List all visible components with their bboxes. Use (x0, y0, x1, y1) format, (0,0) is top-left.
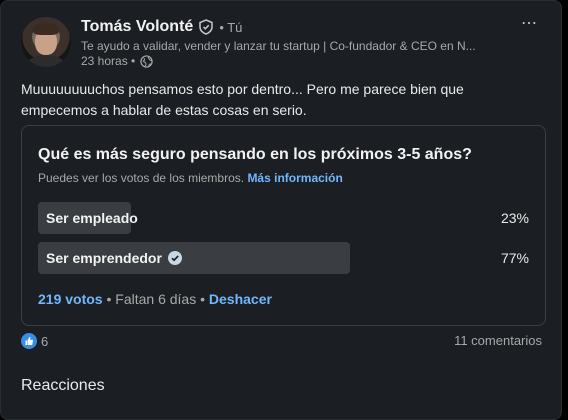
avatar-body (27, 55, 65, 67)
like-reaction-icon (21, 333, 37, 349)
poll-info-text: Puedes ver los votos de los miembros. (38, 171, 245, 185)
post-time-row: 23 horas • (81, 54, 153, 68)
selected-check-icon (167, 251, 182, 265)
more-options-icon[interactable]: ⋯ (521, 13, 538, 33)
poll-box: Qué es más seguro pensando en los próxim… (21, 125, 546, 326)
connection-degree: • Tú (219, 19, 243, 35)
post-text: Muuuuuuuuchos pensamos esto por dentro..… (21, 79, 521, 121)
poll-question: Qué es más seguro pensando en los próxim… (38, 146, 472, 163)
poll-option-percent: 23% (500, 210, 529, 226)
post-text-line: empecemos a hablar de estas cosas en ser… (21, 102, 307, 118)
post-text-line: Muuuuuuuuchos pensamos esto por dentro..… (21, 81, 464, 97)
votes-link[interactable]: 219 votos (38, 291, 103, 307)
poll-option-employee[interactable]: Ser empleado 23% (38, 202, 529, 234)
author-avatar[interactable] (21, 17, 71, 67)
undo-vote-link[interactable]: Deshacer (209, 291, 272, 307)
poll-option-text: Ser emprendedor (46, 250, 162, 266)
poll-option-text: Ser empleado (46, 210, 138, 226)
globe-icon (140, 54, 153, 68)
author-name-row: Tomás Volonté • Tú (81, 18, 242, 36)
author-headline: Te ayudo a validar, vender y lanzar tu s… (81, 39, 476, 53)
poll-option-label: Ser empleado (46, 210, 138, 226)
poll-option-label: Ser emprendedor (46, 250, 182, 266)
poll-meta: 219 votos • Faltan 6 días • Deshacer (38, 291, 272, 307)
poll-option-percent: 77% (500, 250, 529, 266)
author-name[interactable]: Tomás Volonté (81, 18, 193, 36)
verified-shield-icon (199, 19, 214, 35)
reaction-count: 6 (41, 333, 49, 349)
comments-count-link[interactable]: 11 comentarios (454, 333, 542, 348)
post-time: 23 horas • (81, 54, 136, 68)
reactions-heading: Reacciones (21, 377, 105, 394)
poll-remaining: • Faltan 6 días • (102, 291, 209, 307)
poll-option-entrepreneur[interactable]: Ser emprendedor 77% (38, 242, 529, 274)
more-info-link[interactable]: Más información (247, 171, 342, 185)
avatar-hair (33, 23, 59, 35)
post-card: Tomás Volonté • Tú Te ayudo a validar, v… (0, 0, 562, 420)
poll-info: Puedes ver los votos de los miembros. Má… (38, 171, 343, 185)
reactions-summary[interactable]: 6 (21, 333, 48, 349)
